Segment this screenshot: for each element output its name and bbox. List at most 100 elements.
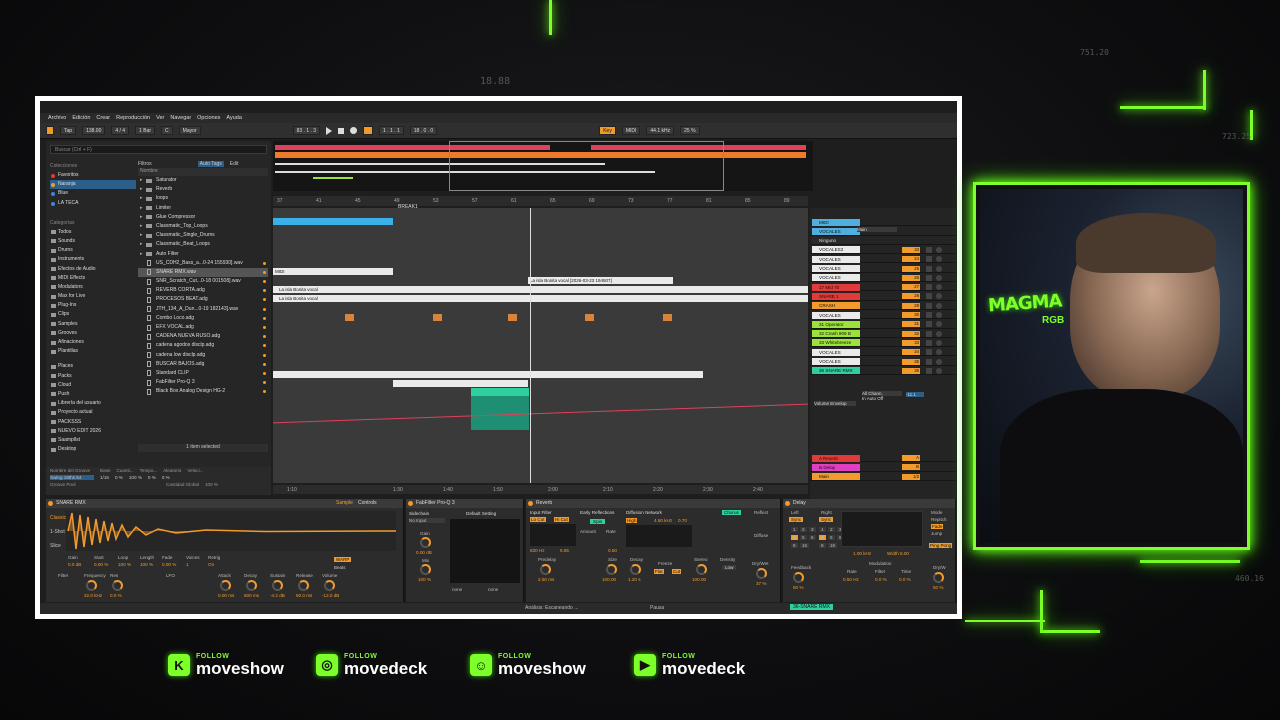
delay-step-button[interactable]: 16 [828, 543, 838, 548]
expand-arrow-icon[interactable]: ▸ [140, 222, 143, 231]
drywet-value[interactable]: 37 % [756, 581, 766, 586]
feedback-value[interactable]: 50 % [793, 585, 803, 590]
expand-arrow-icon[interactable]: ▸ [140, 240, 143, 249]
sampler-param-value[interactable]: 100 % [118, 562, 131, 567]
delay-step-button[interactable]: 2 [800, 527, 807, 532]
browser-file-item[interactable]: CADENA NUEVA RUSO.adg [138, 332, 268, 341]
delay-step-button[interactable]: 5 [828, 535, 835, 540]
key-map-button[interactable]: Key [599, 126, 616, 135]
delay-step-button[interactable]: 6 [809, 535, 816, 540]
browser-file-item[interactable]: ▸ Reverb [138, 185, 268, 194]
track-name[interactable]: SNARE 1 [812, 292, 860, 300]
arm-button[interactable] [936, 302, 942, 309]
tap-button[interactable]: Tap [60, 126, 77, 135]
category-item[interactable]: Afinaciones [50, 338, 136, 347]
filter-width-value[interactable]: 5.65 [560, 548, 569, 553]
shelf-freq-value[interactable]: 4.50 kHz [654, 518, 672, 523]
preset-menu[interactable]: Default Setting [466, 511, 496, 516]
browser-file-item[interactable]: Combo Loco.adg [138, 314, 268, 323]
browser-file-item[interactable]: PROCESOS BEAT.adg [138, 295, 268, 304]
automation-arm-button[interactable] [363, 126, 374, 135]
mod-filter-value[interactable]: 0.0 % [875, 577, 887, 582]
browser-file-item[interactable]: ▸ Glue Compressor [138, 213, 268, 222]
decay-knob[interactable] [630, 564, 641, 575]
crash-clip[interactable] [663, 314, 672, 321]
track-number[interactable]: 35 [902, 358, 920, 365]
solo-button[interactable] [926, 265, 932, 272]
browser-file-item[interactable]: US_CDH2_Bass_a...0-24 155930].wav [138, 259, 268, 268]
delay-step-button[interactable]: 3 [809, 527, 816, 532]
overview-viewport[interactable] [449, 141, 724, 191]
category-item[interactable]: Grooves [50, 329, 136, 338]
track-number[interactable]: 34 [902, 349, 920, 356]
arm-button[interactable] [936, 321, 942, 328]
device-title[interactable]: Reverb [526, 499, 780, 508]
one-shot-mode[interactable]: 1-Shot [50, 529, 65, 535]
browser-file-item[interactable]: ▸ Auto Filter [138, 250, 268, 259]
arm-button[interactable] [936, 367, 942, 374]
delay-step-button[interactable]: 1 [791, 527, 798, 532]
clip-white-strip[interactable] [393, 380, 528, 387]
delay-step-button[interactable]: 8 [791, 543, 798, 548]
arm-button[interactable] [936, 284, 942, 291]
slice-mode[interactable]: Slice [50, 543, 61, 549]
category-item[interactable]: Max for Live [50, 292, 136, 301]
sampler-env-value[interactable]: -12.0 dB [322, 593, 339, 598]
decay-value[interactable]: 1.20 s [628, 577, 641, 582]
flat-button[interactable]: Flat [654, 569, 664, 574]
return-track-name[interactable]: Main [812, 473, 860, 481]
sidechain-input[interactable]: No Input [409, 518, 445, 523]
track-header[interactable]: MIDI [810, 218, 956, 227]
track-number[interactable]: 30 [902, 312, 920, 318]
sampler-env-value[interactable]: 600 ms [244, 593, 259, 598]
left-sync-button[interactable]: Sync [789, 517, 804, 522]
delay-step-button[interactable]: 4 [819, 535, 826, 540]
repitch-option[interactable]: Repitch [931, 517, 947, 522]
sampler-sustain-knob[interactable] [272, 580, 283, 591]
solo-button[interactable] [926, 256, 932, 263]
power-icon[interactable] [408, 501, 413, 506]
category-item[interactable]: Todos [50, 228, 136, 237]
clip-vocal[interactable]: La isla Bonita vocal [273, 295, 808, 302]
track-header[interactable]: 36 SNARE RMX 36 [810, 367, 956, 376]
collection-la-teca[interactable]: LA TECA [50, 199, 136, 208]
loop-start-field[interactable]: 1 . 1 . 1 [379, 126, 404, 135]
input-filter-display[interactable] [530, 524, 576, 546]
track-number[interactable]: 27 [902, 284, 920, 291]
collection-naranja[interactable]: Naranja [50, 180, 136, 190]
solo-button[interactable] [926, 321, 932, 328]
track-number[interactable]: 36 [902, 367, 920, 374]
arm-button[interactable] [936, 256, 942, 263]
groove-quant[interactable]: 0 % [115, 475, 123, 480]
sampler-attack-knob[interactable] [220, 580, 231, 591]
crash-clip[interactable] [585, 314, 594, 321]
solo-button[interactable] [926, 274, 932, 281]
sampler-param-value[interactable]: 0.00 % [162, 562, 176, 567]
loop-length-field[interactable]: 18 . 0 . 0 [409, 126, 438, 135]
mix-knob[interactable] [420, 564, 431, 575]
device-title[interactable]: Delay [783, 499, 955, 508]
place-item[interactable]: Push [50, 390, 136, 399]
edit-button[interactable]: Edit [230, 161, 239, 167]
jump-option[interactable]: Jump [931, 531, 942, 536]
device-title[interactable]: FabFilter Pro-Q 3 [406, 499, 523, 508]
stereo-knob[interactable] [696, 564, 707, 575]
pingpong-button[interactable]: Ping Pong [929, 543, 953, 548]
solo-button[interactable] [926, 284, 932, 291]
browser-file-item[interactable]: JTH_134_A_Dun...0-19 182143].wav [138, 305, 268, 314]
category-item[interactable]: Instruments [50, 255, 136, 264]
filter-freq-value[interactable]: 1.00 kHz [853, 551, 871, 556]
collection-favoritos[interactable]: Favoritos [50, 171, 136, 180]
expand-arrow-icon[interactable]: ▸ [140, 176, 143, 185]
category-item[interactable]: Efectos de Audio [50, 265, 136, 274]
place-item[interactable]: Places [50, 362, 136, 371]
track-header[interactable]: VOCALES 34 [810, 348, 956, 357]
social-kick[interactable]: K FOLLOW moveshow [168, 645, 284, 685]
menu-archivo[interactable]: Archivo [48, 115, 66, 121]
arm-button[interactable] [936, 293, 942, 300]
track-header[interactable]: Ninguno [810, 237, 956, 245]
signature-field[interactable]: 4 / 4 [111, 126, 130, 135]
high-shelf-button[interactable]: High [626, 518, 638, 523]
link-button[interactable] [46, 126, 54, 135]
place-item[interactable]: Librería del usuario [50, 399, 136, 408]
